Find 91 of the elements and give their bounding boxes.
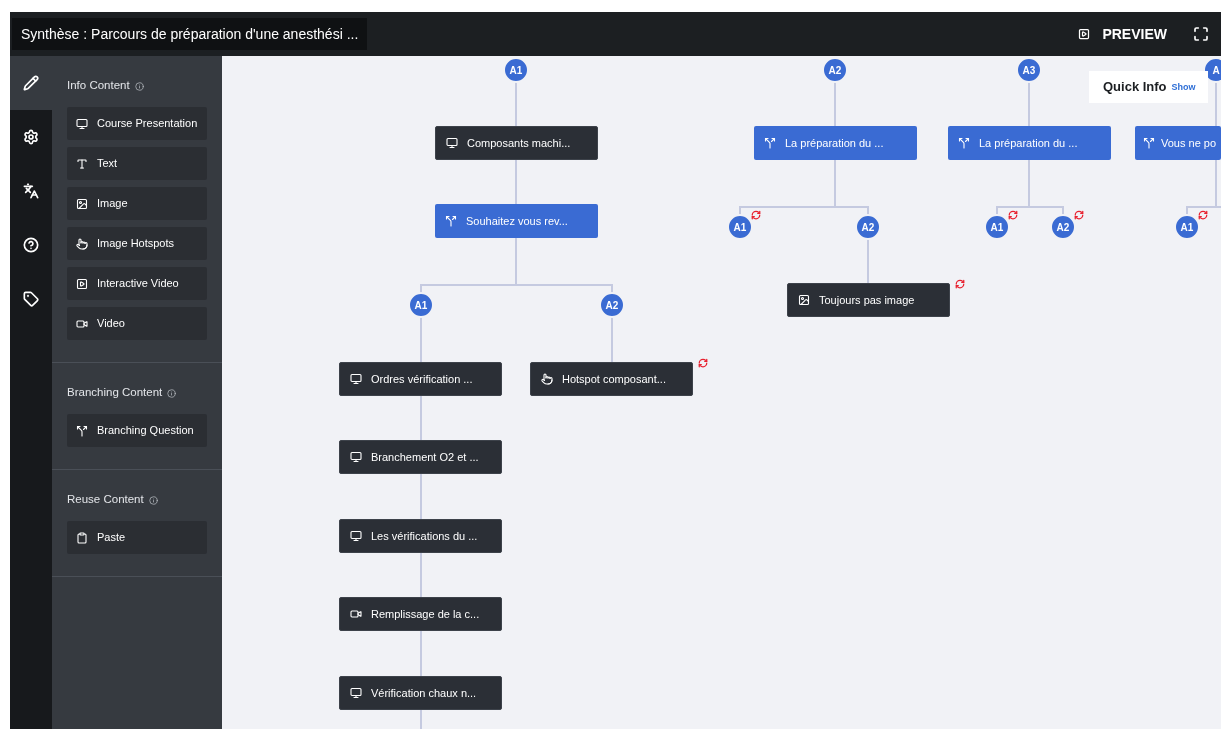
translate-icon (23, 183, 39, 199)
content-node[interactable]: La préparation du ... (754, 126, 917, 160)
content-node[interactable]: Branchement O2 et ... (339, 440, 502, 474)
tag-icon (23, 291, 39, 307)
preview-button[interactable]: PREVIEW (1078, 23, 1167, 45)
answer-node[interactable]: A1 (984, 214, 1010, 240)
section-title: Info Content (67, 78, 130, 94)
answer-node[interactable]: A2 (599, 292, 625, 318)
node-label: Vous ne po (1161, 135, 1217, 151)
connector-line (420, 552, 422, 598)
play-screen-icon (76, 277, 88, 290)
connector-line (420, 317, 422, 363)
section-title: Branching Content (67, 385, 163, 401)
monitor-icon (350, 451, 362, 463)
content-node[interactable]: Vérification chaux n... (339, 676, 502, 710)
answer-node[interactable]: A1 (503, 57, 529, 83)
connector-line (867, 239, 869, 284)
split-arrow-icon (764, 137, 776, 149)
answer-node[interactable]: A2 (1050, 214, 1076, 240)
info-icon (148, 495, 158, 505)
content-node[interactable]: Vous ne po (1135, 126, 1221, 160)
answer-node[interactable]: A1 (408, 292, 434, 318)
content-type-item[interactable]: Course Presentation (67, 107, 207, 140)
connector-line (515, 82, 517, 127)
monitor-icon (350, 687, 362, 699)
content-type-item[interactable]: Interactive Video (67, 267, 207, 300)
fullscreen-icon[interactable] (1193, 26, 1209, 42)
split-arrow-icon (1143, 137, 1155, 149)
node-label: Composants machi... (467, 135, 571, 151)
node-label: Ordres vérification ... (371, 371, 473, 387)
content-type-item[interactable]: Image Hotspots (67, 227, 207, 260)
node-label: Souhaitez vous rev... (466, 213, 568, 229)
answer-node[interactable]: A3 (1016, 57, 1042, 83)
node-label: Hotspot composant... (562, 371, 666, 387)
split-arrow-icon (76, 424, 88, 437)
content-node[interactable]: Composants machi... (435, 126, 598, 160)
connector-line (1215, 82, 1217, 127)
settings-icon (23, 129, 39, 145)
pencil-icon (23, 75, 39, 91)
monitor-icon (350, 373, 362, 385)
video-camera-icon (76, 317, 88, 330)
connector-line (420, 630, 422, 677)
play-icon (1078, 28, 1091, 40)
monitor-icon (446, 137, 458, 149)
connector-line (515, 159, 517, 205)
clipboard-icon (76, 531, 88, 544)
node-label: La préparation du ... (979, 135, 1078, 151)
info-icon (134, 81, 144, 91)
letter-t-icon (76, 157, 88, 170)
split-arrow-icon (958, 137, 970, 149)
content-node[interactable]: Souhaitez vous rev... (435, 204, 598, 238)
connector-line (834, 82, 836, 127)
content-node[interactable]: Hotspot composant... (530, 362, 693, 396)
node-label: Remplissage de la c... (371, 606, 480, 622)
monitor-icon (350, 530, 362, 542)
content-node[interactable]: Remplissage de la c... (339, 597, 502, 631)
content-type-item[interactable]: Video (67, 307, 207, 340)
content-node[interactable]: La préparation du ... (948, 126, 1111, 160)
course-title: Synthèse : Parcours de préparation d'une anesthési ... (12, 18, 368, 50)
connector-line (1028, 82, 1030, 127)
content-node[interactable]: Toujours pas image (787, 283, 950, 317)
connector-line (420, 473, 422, 520)
answer-node[interactable]: A2 (855, 214, 881, 240)
video-camera-icon (350, 608, 362, 620)
hand-pointer-icon (76, 237, 88, 250)
answer-node[interactable]: A1 (727, 214, 753, 240)
content-type-item[interactable]: Image (67, 187, 207, 220)
content-type-item[interactable]: Text (67, 147, 207, 180)
split-arrow-icon (445, 215, 457, 227)
content-type-item[interactable]: Paste (67, 521, 207, 554)
node-label: Les vérifications du ... (371, 528, 478, 544)
node-label: La préparation du ... (785, 135, 884, 151)
connector-line (420, 395, 422, 441)
content-node[interactable]: Les vérifications du ... (339, 519, 502, 553)
help-icon (23, 237, 39, 253)
answer-node[interactable]: A1 (1174, 214, 1200, 240)
show-link[interactable]: Show (1171, 81, 1196, 95)
quick-info-title: Quick Info (1103, 78, 1167, 97)
node-label: Vérification chaux n... (371, 685, 477, 701)
answer-node[interactable]: A2 (822, 57, 848, 83)
section-title: Reuse Content (67, 492, 144, 508)
content-node[interactable]: Ordres vérification ... (339, 362, 502, 396)
connector-line (611, 317, 613, 363)
content-type-item[interactable]: Branching Question (67, 414, 207, 447)
image-icon (798, 294, 810, 306)
image-icon (76, 197, 88, 210)
hand-pointer-icon (541, 373, 553, 385)
node-label: Branchement O2 et ... (371, 449, 479, 465)
node-label: Toujours pas image (819, 292, 915, 308)
info-icon (167, 388, 177, 398)
monitor-icon (76, 117, 88, 130)
